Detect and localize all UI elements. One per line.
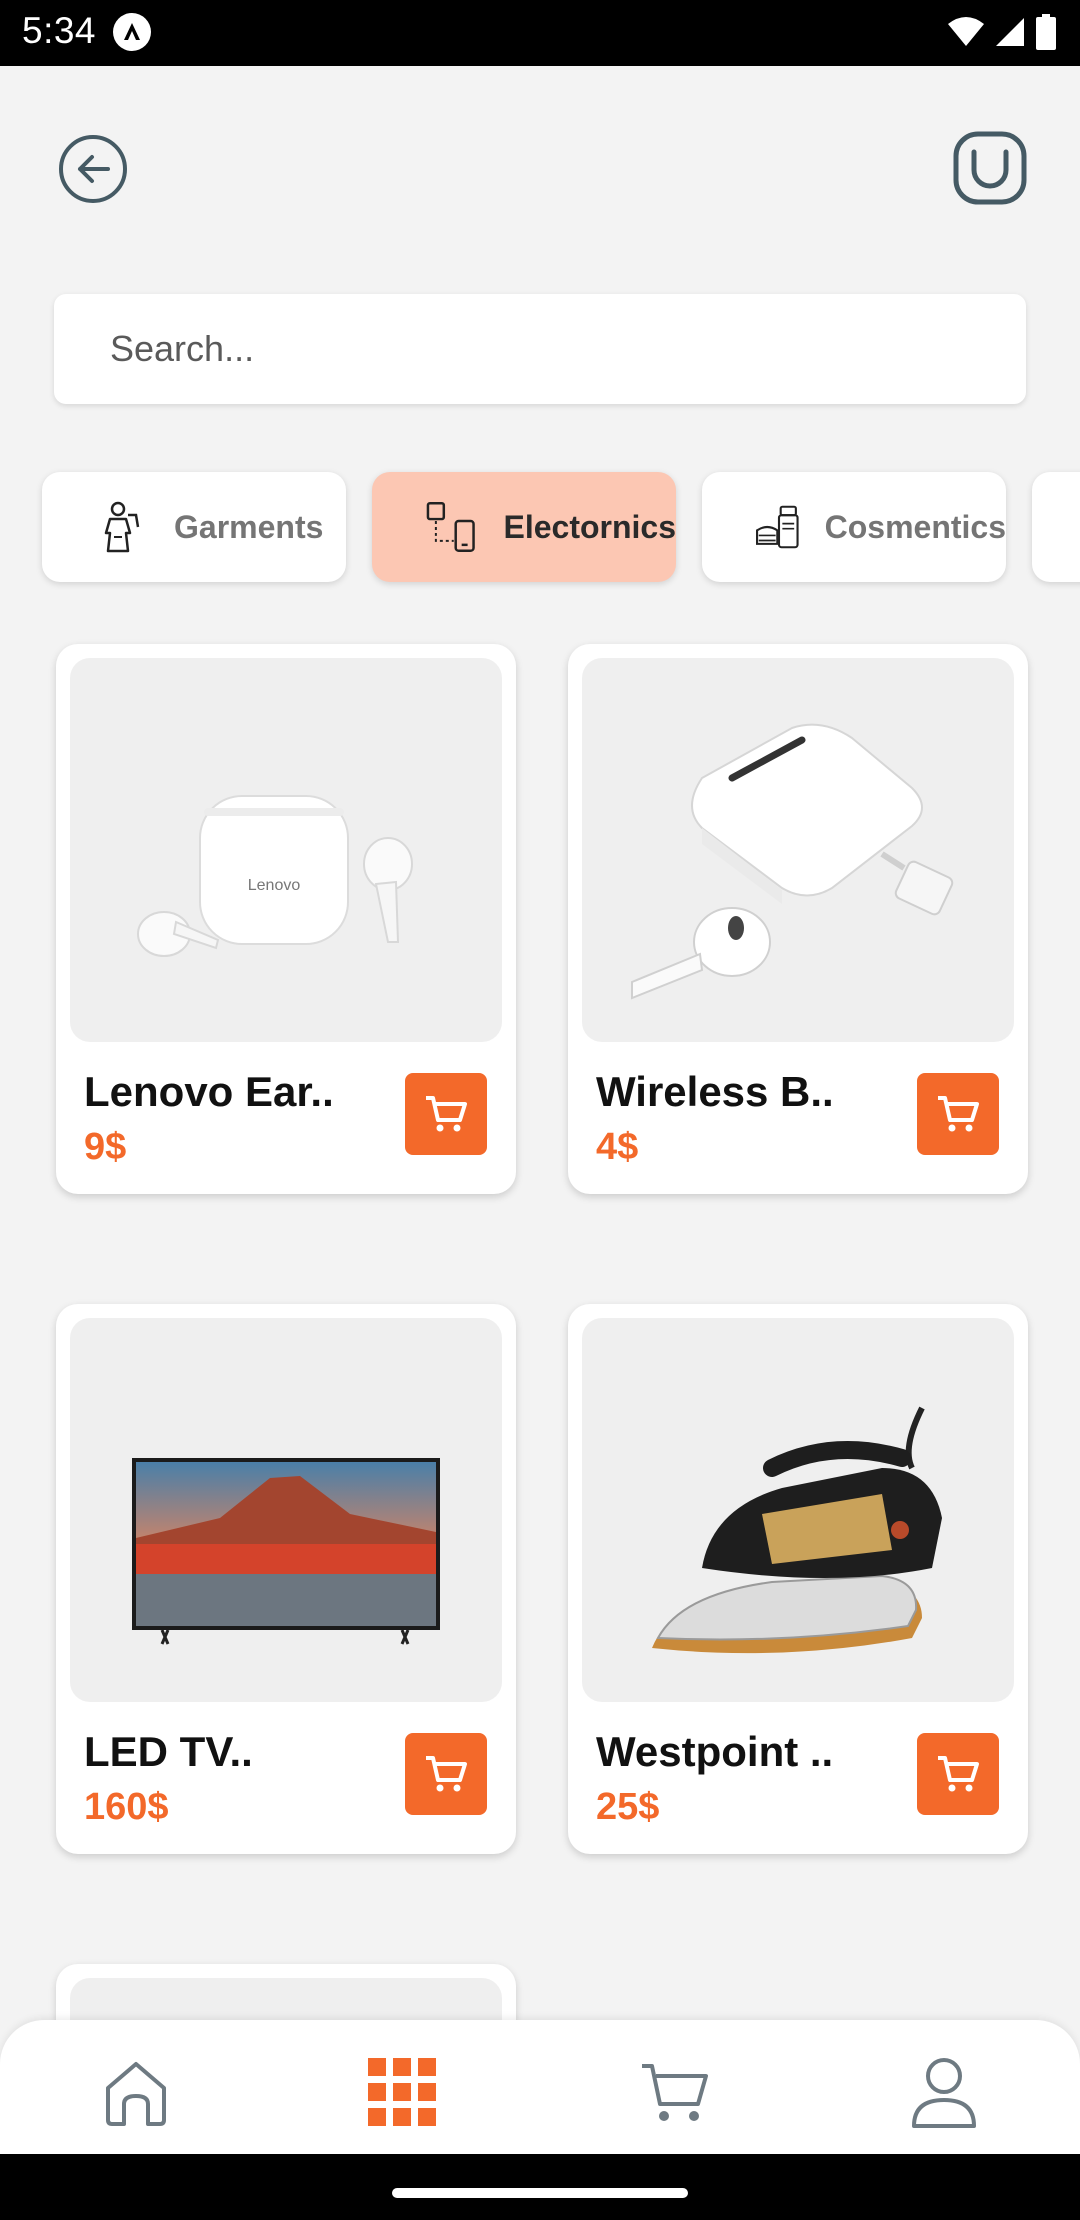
app-screen: 5:34 Garments <box>0 0 1080 2220</box>
led-tv-image <box>132 1458 440 1645</box>
product-image <box>70 1318 502 1702</box>
cart-icon <box>426 1096 467 1132</box>
category-partial[interactable] <box>1032 472 1080 582</box>
cart-icon <box>938 1096 979 1132</box>
cart-icon[interactable] <box>636 2052 716 2132</box>
product-price: 4$ <box>596 1126 639 1168</box>
add-to-cart-button[interactable] <box>917 1073 999 1155</box>
search-input[interactable] <box>54 294 1026 404</box>
product-card[interactable]: Wireless B.. 4$ <box>568 644 1028 1194</box>
category-garments[interactable]: Garments <box>42 472 346 582</box>
user-icon[interactable] <box>904 2052 984 2132</box>
iron-image <box>652 1406 942 1654</box>
category-label: Electornics <box>503 508 676 545</box>
add-to-cart-button[interactable] <box>405 1733 487 1815</box>
product-name: Westpoint .. <box>596 1728 834 1775</box>
battery-icon <box>1036 14 1056 50</box>
cart-icon <box>938 1756 979 1792</box>
cosmetics-icon <box>756 505 799 549</box>
bottom-navigation <box>0 2020 1080 2154</box>
wifi-icon <box>948 17 984 46</box>
category-label: Garments <box>174 508 324 545</box>
grid-icon[interactable] <box>362 2052 442 2132</box>
category-cosmetics[interactable]: Cosmentics <box>702 472 1006 582</box>
product-name: Lenovo Ear.. <box>84 1068 334 1115</box>
home-gesture-handle[interactable] <box>392 2188 688 2198</box>
garments-icon <box>104 501 140 553</box>
add-to-cart-button[interactable] <box>405 1073 487 1155</box>
earbuds-brand-text: Lenovo <box>248 877 301 894</box>
category-electronics[interactable]: Electornics <box>372 472 676 582</box>
product-name: Wireless B.. <box>596 1068 834 1115</box>
earbuds-image: Lenovo <box>137 795 413 957</box>
account-circle-icon[interactable] <box>952 130 1028 206</box>
system-navigation-bar <box>0 2154 1080 2220</box>
signal-icon <box>996 18 1024 46</box>
electronics-icon <box>426 501 475 553</box>
status-bar: 5:34 <box>0 0 1080 66</box>
add-to-cart-button[interactable] <box>917 1733 999 1815</box>
product-image <box>582 658 1014 1042</box>
product-card[interactable]: LED TV.. 160$ <box>56 1304 516 1854</box>
home-icon[interactable] <box>96 2052 176 2132</box>
status-time: 5:34 <box>22 10 97 51</box>
cart-icon <box>426 1756 467 1792</box>
back-arrow-icon[interactable] <box>56 132 130 206</box>
wireless-earbuds-image <box>631 723 954 1000</box>
product-image <box>582 1318 1014 1702</box>
product-price: 9$ <box>84 1126 127 1168</box>
product-image: Lenovo <box>70 658 502 1042</box>
category-label: Cosmentics <box>824 508 1006 545</box>
product-price: 160$ <box>84 1786 169 1828</box>
product-card[interactable]: Westpoint .. 25$ <box>568 1304 1028 1854</box>
product-card[interactable]: Lenovo Lenovo Ear.. 9$ <box>56 644 516 1194</box>
search-bar <box>54 294 1026 404</box>
product-price: 25$ <box>596 1786 660 1828</box>
product-name: LED TV.. <box>84 1728 253 1775</box>
status-indicators <box>948 12 1056 52</box>
app-notification-icon <box>113 13 151 51</box>
